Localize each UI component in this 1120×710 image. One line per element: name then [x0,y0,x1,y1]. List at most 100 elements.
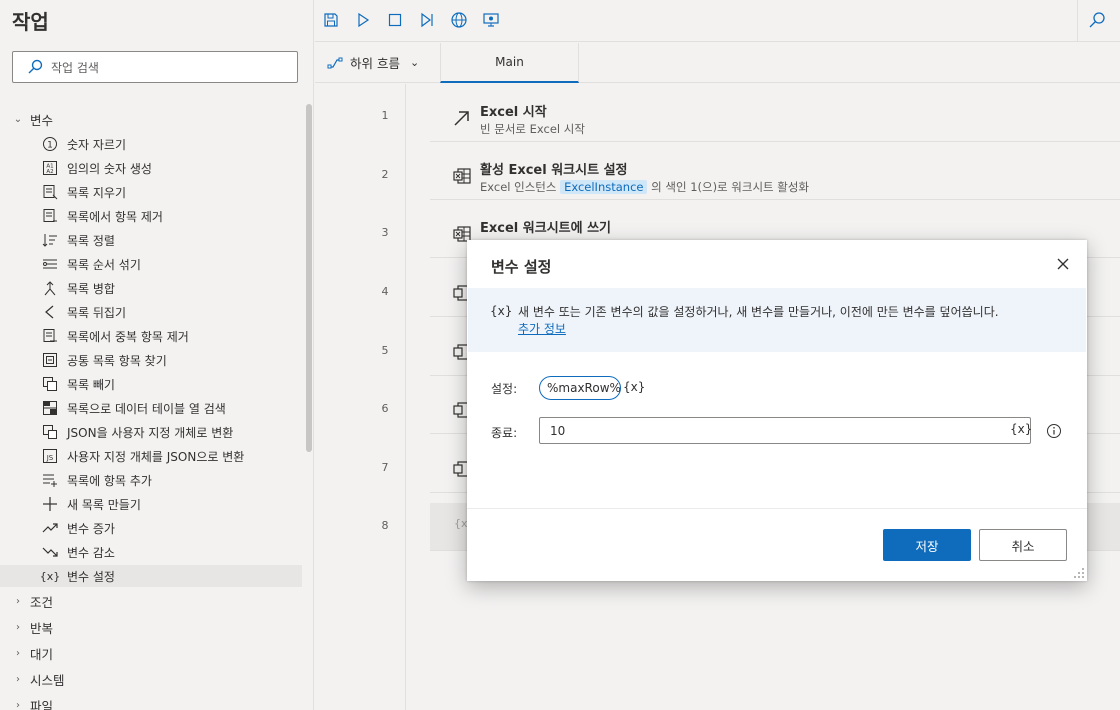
line-number: 7 [381,461,389,474]
action-item[interactable]: 1 숫자 자르기 [41,133,126,155]
action-label: 변수 설정 [67,569,115,584]
dialog-footer-divider [467,508,1087,509]
decrease-icon [41,544,59,560]
variable-icon: {x} [39,569,61,583]
run-button[interactable] [351,9,375,31]
action-item[interactable]: 목록 정렬 [41,229,115,251]
actions-scrollbar[interactable] [306,104,312,452]
toolbar-divider [1077,0,1078,42]
subflow-tabs: 하위 흐름 ⌄ Main [315,43,1120,83]
action-label: 변수 증가 [67,521,115,536]
action-label: 새 목록 만들기 [67,497,141,512]
list-remove-icon [41,208,59,224]
stop-icon [388,13,402,27]
action-label: 목록 정렬 [67,233,115,248]
action-item[interactable]: JSON을 사용자 지정 개체로 변환 [41,421,233,443]
category-system[interactable]: › 시스템 [12,668,65,690]
chevron-down-icon: ⌄ [409,56,420,69]
variable-picker-button[interactable]: {x} [623,380,645,394]
common-icon [41,352,59,368]
action-label: 목록에서 중복 항목 제거 [67,329,189,344]
action-item[interactable]: JS 사용자 지정 개체를 JSON으로 변환 [41,445,244,467]
chevron-down-icon: ⌄ [13,113,23,125]
category-file[interactable]: › 파일 [12,694,53,710]
value-field[interactable]: 10 [539,417,1031,444]
flow-step[interactable]: Excel 시작 빈 문서로 Excel 시작 [430,94,1120,142]
svg-text:A2: A2 [46,169,53,175]
action-item[interactable]: 목록에서 항목 제거 [41,205,163,227]
subflow-icon [327,57,343,68]
play-icon [358,12,370,28]
action-item[interactable]: A1 A2 임의의 숫자 생성 [41,157,152,179]
action-item[interactable]: 목록으로 데이터 테이블 열 검색 [41,397,226,419]
action-label: JSON을 사용자 지정 개체로 변환 [67,425,234,440]
action-item[interactable]: 목록 빼기 [41,373,115,395]
save-button[interactable]: 저장 [883,529,971,561]
value-variable-picker-button[interactable]: {x} [1010,422,1032,436]
set-label: 설정: [491,382,518,396]
resize-grip-icon[interactable] [1073,567,1085,579]
step-description: Excel 인스턴스 ExcelInstance 의 색인 1(으)로 워크시트… [480,180,810,194]
dedupe-icon [41,328,59,344]
close-icon[interactable] [1055,256,1071,272]
search-placeholder: 작업 검색 [51,60,99,75]
action-item[interactable]: 목록에 항목 추가 [41,469,152,491]
shuffle-icon [41,256,59,272]
line-number: 4 [381,285,389,298]
action-item[interactable]: 목록 뒤집기 [41,301,126,323]
category-loops[interactable]: › 반복 [12,616,53,638]
actions-pane: 작업 작업 검색 ⌄ 변수 1 숫자 자르기 A1 A2 임의의 숫자 생성 목록 지우… [0,0,314,710]
action-item[interactable]: 목록에서 중복 항목 제거 [41,325,189,347]
chevron-right-icon: › [16,595,20,607]
list-clear-icon [41,184,59,200]
chevron-right-icon: › [16,647,20,659]
run-next-button[interactable] [415,9,439,31]
designer-toolbar [315,0,1120,42]
line-number: 3 [381,226,389,239]
actions-pane-title: 작업 [12,10,49,34]
desktop-recorder-button[interactable] [479,9,503,31]
action-item[interactable]: 변수 감소 [41,541,115,563]
action-search-input[interactable]: 작업 검색 [12,51,298,83]
action-item[interactable]: 목록 지우기 [41,181,126,203]
step-description: 빈 문서로 Excel 시작 [480,122,585,136]
web-recorder-button[interactable] [447,9,471,31]
search-icon [1089,12,1105,28]
search-flow-button[interactable] [1085,9,1109,31]
info-icon[interactable] [1046,423,1062,439]
object-json-icon: JS [41,448,59,464]
arrow-launch-icon [454,111,469,126]
globe-icon [451,12,467,28]
plus-icon [41,496,59,512]
chevron-right-icon: › [16,673,20,685]
category-conditions[interactable]: › 조건 [12,590,53,612]
tab-main[interactable]: Main [440,43,579,83]
flow-step[interactable]: 활성 Excel 워크시트 설정 Excel 인스턴스 ExcelInstanc… [430,152,1120,200]
cancel-button[interactable]: 취소 [979,529,1067,561]
reverse-icon [41,304,59,320]
subflows-dropdown[interactable]: 하위 흐름 ⌄ [327,53,419,72]
subtract-icon [41,376,59,392]
variable-name-field[interactable]: %maxRow% [539,376,621,400]
action-label: 목록에 항목 추가 [67,473,152,488]
line-number-gutter [405,84,406,710]
random-icon: A1 A2 [41,160,59,176]
category-variables[interactable]: ⌄ 변수 [12,108,53,130]
more-info-link[interactable]: 추가 정보 [518,320,566,337]
action-label: 숫자 자르기 [67,137,127,152]
action-item[interactable]: 목록 순서 섞기 [41,253,141,275]
excel-icon [453,168,471,184]
action-item[interactable]: 변수 증가 [41,517,115,539]
action-item-selected[interactable]: {x} 변수 설정 [0,565,302,587]
dialog-title: 변수 설정 [491,258,552,276]
action-item[interactable]: 새 목록 만들기 [41,493,141,515]
category-wait[interactable]: › 대기 [12,642,53,664]
action-item[interactable]: 목록 병합 [41,277,115,299]
category-label: 변수 [30,112,54,128]
stop-button[interactable] [383,9,407,31]
value-label: 종료: [491,426,518,440]
line-number: 8 [381,519,389,532]
action-item[interactable]: 공통 목록 항목 찾기 [41,349,167,371]
table-icon [41,400,59,416]
save-button[interactable] [319,9,343,31]
